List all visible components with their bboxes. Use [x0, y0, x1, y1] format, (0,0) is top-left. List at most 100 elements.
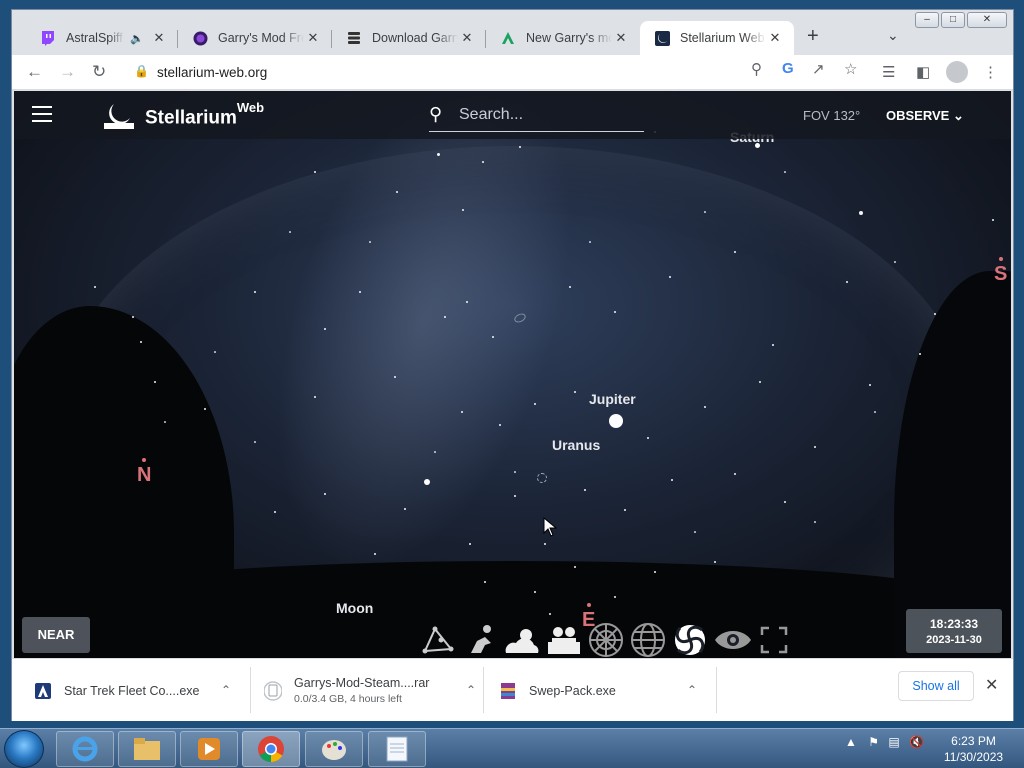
date-time-button[interactable]: 18:23:33 2023-11-30: [906, 609, 1002, 653]
bookmark-star-icon[interactable]: ☆: [844, 60, 857, 78]
volume-icon[interactable]: 🔇: [909, 735, 924, 749]
star: [444, 316, 446, 318]
star: [404, 508, 406, 510]
close-tab-icon[interactable]: ✕: [150, 30, 168, 46]
download-item[interactable]: Garrys-Mod-Steam....rar 0.0/3.4 GB, 4 ho…: [264, 659, 484, 722]
close-tab-icon[interactable]: ✕: [458, 30, 476, 46]
taskbar: ▲ ⚑ ▤ 🔇 6:23 PM 11/30/2023: [0, 728, 1024, 768]
star: [462, 209, 464, 211]
star: [846, 281, 848, 283]
near-button[interactable]: NEAR: [22, 617, 90, 653]
start-button[interactable]: [4, 730, 44, 768]
constellation-lines-icon[interactable]: [419, 621, 457, 658]
fullscreen-icon[interactable]: [755, 621, 793, 658]
reading-list-icon[interactable]: ☰: [882, 63, 895, 81]
south-cardinal: S: [994, 257, 1007, 286]
constellation-art-icon[interactable]: [461, 621, 499, 658]
star: [669, 276, 671, 278]
forward-arrow-icon[interactable]: →: [59, 62, 76, 82]
close-tab-icon[interactable]: ✕: [304, 30, 322, 46]
menu-icon[interactable]: [32, 106, 52, 122]
star: [694, 531, 696, 533]
star: [869, 384, 871, 386]
uranus-marker[interactable]: [537, 473, 547, 483]
sky-search-input[interactable]: ⚲ Search...: [429, 102, 644, 132]
reload-icon[interactable]: ↻: [92, 62, 106, 82]
star: [784, 501, 786, 503]
bright-star[interactable]: [424, 479, 430, 485]
tray-expand-icon[interactable]: ▲: [845, 735, 857, 749]
star: [534, 403, 536, 405]
more-menu-icon[interactable]: ⋮: [983, 63, 998, 81]
paint-icon[interactable]: [305, 731, 363, 767]
sky-view[interactable]: Saturn Jupiter Uranus Moon N S E Stellar…: [14, 91, 1011, 658]
star: [734, 473, 736, 475]
tab-download-garrys[interactable]: Download Garry's ✕: [332, 21, 486, 55]
tab-garrys-mod-free[interactable]: Garry's Mod Free ✕: [178, 21, 332, 55]
eye-icon[interactable]: [713, 621, 751, 658]
deep-sky-objects-icon[interactable]: [671, 621, 709, 658]
stellarium-icon: [654, 30, 670, 46]
browser-toolbar: ← → ↻ 🔒 stellarium-web.org ⚲ G ↗ ☆ ☰ ◧ ⋮: [12, 55, 1013, 90]
star: [519, 146, 521, 148]
speaker-icon[interactable]: 🔈: [130, 32, 144, 45]
browser-window: AstralSpiff - T 🔈 ✕ Garry's Mod Free ✕ D…: [11, 9, 1014, 721]
show-all-button[interactable]: Show all: [898, 671, 974, 701]
media-player-icon[interactable]: [180, 731, 238, 767]
star: [549, 613, 551, 615]
location-pin-icon[interactable]: ⚲: [751, 60, 762, 78]
jupiter-label[interactable]: Jupiter: [589, 391, 636, 407]
file-explorer-icon[interactable]: [118, 731, 176, 767]
side-panel-icon[interactable]: ◧: [916, 63, 930, 81]
observe-button[interactable]: OBSERVE ⌄: [886, 108, 964, 124]
internet-explorer-icon[interactable]: [56, 731, 114, 767]
address-bar[interactable]: 🔒 stellarium-web.org: [124, 58, 859, 86]
system-clock[interactable]: 6:23 PM 11/30/2023: [936, 733, 1011, 765]
moon-label[interactable]: Moon: [336, 600, 373, 616]
star: [574, 391, 576, 393]
star: [394, 376, 396, 378]
network-icon[interactable]: ▤: [888, 735, 899, 749]
download-item[interactable]: Swep-Pack.exe ⌃: [499, 659, 717, 722]
uranus-label[interactable]: Uranus: [552, 437, 600, 453]
star: [140, 341, 142, 343]
share-icon[interactable]: ↗: [812, 60, 825, 78]
new-tab-button[interactable]: +: [807, 25, 819, 48]
atmosphere-icon[interactable]: [503, 621, 541, 658]
notepad-icon[interactable]: [368, 731, 426, 767]
brand-title[interactable]: StellariumWeb: [145, 100, 264, 129]
close-tab-icon[interactable]: ✕: [766, 30, 784, 46]
tab-strip: AstralSpiff - T 🔈 ✕ Garry's Mod Free ✕ D…: [12, 10, 1013, 55]
close-download-bar-icon[interactable]: ✕: [985, 675, 998, 695]
equatorial-grid-icon[interactable]: [629, 621, 667, 658]
chevron-up-icon[interactable]: ⌃: [221, 683, 231, 697]
lock-icon[interactable]: 🔒: [134, 64, 149, 78]
tab-search-chevron-icon[interactable]: ⌄: [887, 27, 899, 44]
download-item[interactable]: Star Trek Fleet Co....exe ⌃: [34, 659, 252, 722]
chrome-icon[interactable]: [242, 731, 300, 767]
close-tab-icon[interactable]: ✕: [612, 30, 630, 46]
clock-date: 11/30/2023: [943, 750, 1004, 764]
jupiter-marker[interactable]: [609, 414, 623, 428]
azimuthal-grid-icon[interactable]: [587, 621, 625, 658]
chevron-up-icon[interactable]: ⌃: [687, 683, 697, 697]
close-window-button[interactable]: ✕: [967, 12, 1007, 28]
action-center-icon[interactable]: ⚑: [868, 735, 879, 749]
download-filename: Star Trek Fleet Co....exe: [64, 683, 200, 698]
star: [704, 406, 706, 408]
minimize-button[interactable]: –: [915, 12, 939, 28]
tab-astralspiff[interactable]: AstralSpiff - T 🔈 ✕: [26, 21, 178, 55]
star: [492, 336, 494, 338]
back-arrow-icon[interactable]: ←: [26, 62, 43, 82]
star: [254, 441, 256, 443]
tab-stellarium-web[interactable]: Stellarium Web O ✕: [640, 21, 794, 55]
profile-avatar[interactable]: [946, 61, 968, 83]
google-icon[interactable]: G: [782, 60, 794, 77]
landscape-icon[interactable]: [545, 621, 583, 658]
tab-title: Stellarium Web O: [680, 31, 766, 45]
star: [314, 396, 316, 398]
chevron-up-icon[interactable]: ⌃: [466, 683, 476, 697]
maximize-button[interactable]: □: [941, 12, 965, 28]
stack-icon: [346, 30, 362, 46]
tab-new-garrys-mod[interactable]: New Garry's mod ✕: [486, 21, 640, 55]
